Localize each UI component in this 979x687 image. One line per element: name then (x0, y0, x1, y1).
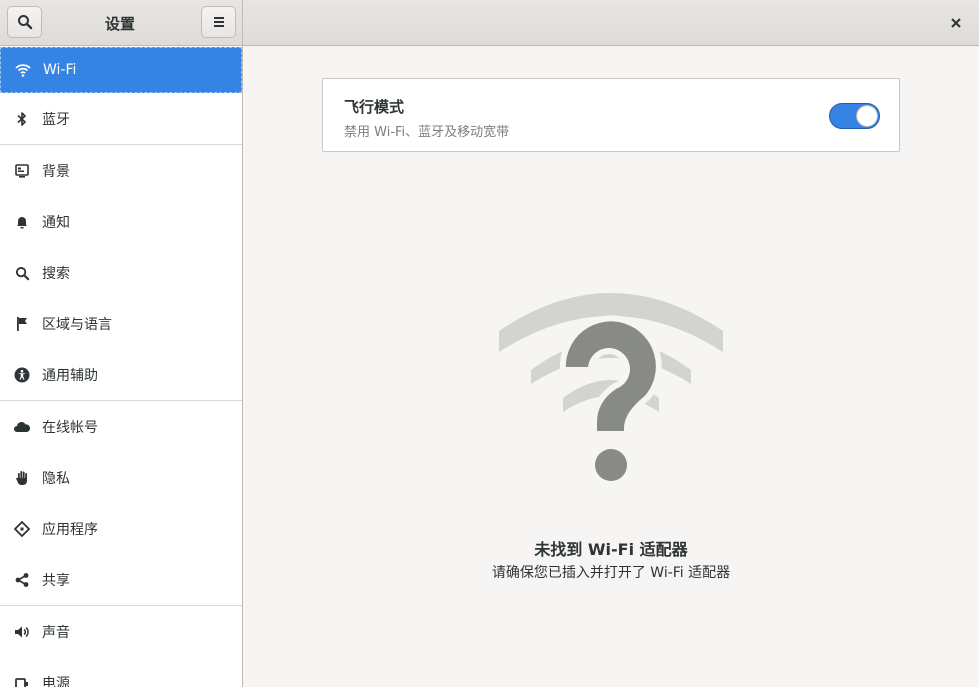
sidebar-item-sharing[interactable]: 共享 (0, 557, 242, 603)
sidebar-item-label: 共享 (42, 573, 70, 589)
sidebar-item-bluetooth[interactable]: 蓝牙 (0, 96, 242, 142)
wifi-icon (14, 61, 32, 79)
sidebar-item-label: 通知 (42, 215, 70, 231)
empty-state-title: 未找到 Wi-Fi 适配器 (534, 540, 688, 559)
sidebar-item-label: 通用辅助 (42, 368, 98, 384)
sidebar-item-sound[interactable]: 声音 (0, 609, 242, 655)
sidebar-item-label: 隐私 (42, 471, 70, 487)
sidebar-item-label: 声音 (42, 625, 70, 641)
background-icon (13, 162, 31, 180)
search-icon (17, 15, 32, 30)
airplane-mode-row: 飞行模式 禁用 Wi-Fi、蓝牙及移动宽带 (322, 78, 900, 152)
sidebar-item-wifi[interactable]: Wi-Fi (0, 47, 242, 93)
sidebar-item-power[interactable]: 电源 (0, 660, 242, 687)
sidebar-item-label: Wi-Fi (43, 62, 77, 78)
wifi-unknown-icon (499, 293, 723, 481)
close-button[interactable] (947, 14, 965, 32)
sidebar-item-online-accounts[interactable]: 在线帐号 (0, 404, 242, 450)
switch-knob (856, 105, 878, 127)
sidebar-item-label: 背景 (42, 164, 70, 180)
menu-button[interactable] (201, 6, 236, 38)
flag-icon (13, 315, 31, 333)
search-icon (13, 264, 31, 282)
sidebar-item-background[interactable]: 背景 (0, 148, 242, 194)
search-button[interactable] (7, 6, 42, 38)
sidebar-separator (0, 400, 242, 401)
share-icon (13, 571, 31, 589)
close-icon (951, 18, 961, 28)
sidebar-item-label: 蓝牙 (42, 112, 70, 128)
content-header (243, 0, 979, 46)
sidebar: Wi-Fi 蓝牙 背景 通知 搜索 区域与语言 通用辅助 在线帐号 隐私 应用程… (0, 46, 243, 687)
airplane-mode-subtitle: 禁用 Wi-Fi、蓝牙及移动宽带 (344, 125, 510, 140)
airplane-mode-switch[interactable] (829, 103, 880, 129)
sidebar-item-search[interactable]: 搜索 (0, 250, 242, 296)
sidebar-separator (0, 605, 242, 606)
sidebar-item-label: 在线帐号 (42, 420, 98, 436)
sidebar-item-label: 搜索 (42, 266, 70, 282)
sidebar-item-region-language[interactable]: 区域与语言 (0, 301, 242, 347)
sidebar-item-label: 区域与语言 (42, 317, 112, 333)
app-title: 设置 (104, 15, 135, 33)
sidebar-separator (0, 144, 242, 145)
empty-state-subtitle: 请确保您已插入并打开了 Wi-Fi 适配器 (491, 565, 731, 581)
hand-icon (13, 469, 31, 487)
bluetooth-icon (13, 110, 31, 128)
sidebar-item-label: 应用程序 (42, 522, 98, 538)
power-icon (13, 674, 31, 687)
apps-icon (13, 520, 31, 538)
settings-window: 设置 Wi-Fi 蓝牙 背景 通知 搜索 区域与语言 通用辅助 在线帐号 隐私 … (0, 0, 979, 687)
sidebar-item-applications[interactable]: 应用程序 (0, 506, 242, 552)
sidebar-header: 设置 (0, 0, 243, 46)
sidebar-item-notifications[interactable]: 通知 (0, 199, 242, 245)
speaker-icon (13, 623, 31, 641)
sidebar-item-privacy[interactable]: 隐私 (0, 455, 242, 501)
bell-icon (13, 213, 31, 231)
accessibility-icon (13, 366, 31, 384)
sidebar-item-accessibility[interactable]: 通用辅助 (0, 352, 242, 398)
cloud-icon (13, 418, 31, 436)
hamburger-menu-icon (213, 17, 224, 27)
airplane-mode-title: 飞行模式 (344, 98, 405, 116)
sidebar-item-label: 电源 (42, 676, 70, 687)
